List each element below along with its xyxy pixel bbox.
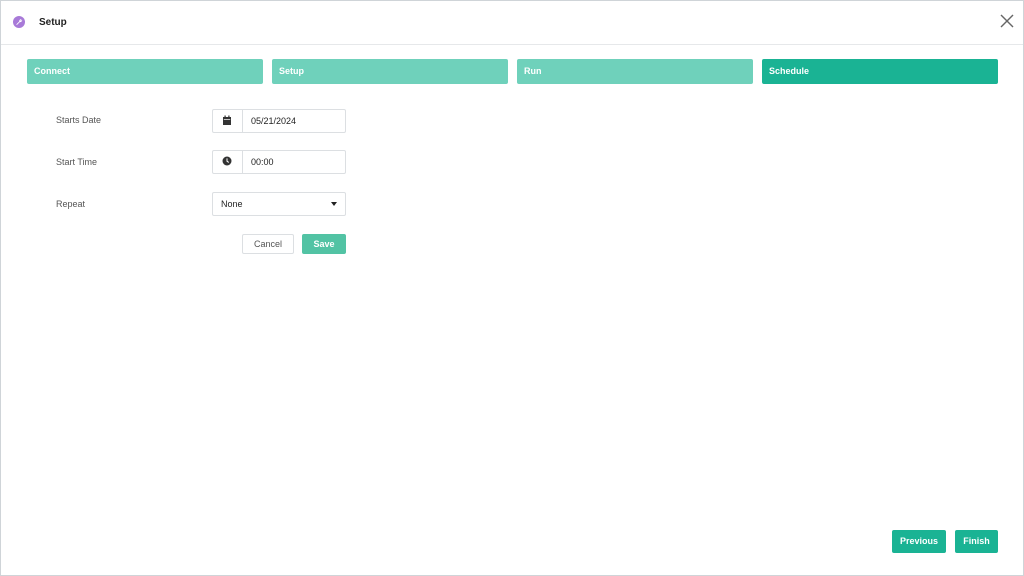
wizard-steps: Connect Setup Run Schedule — [27, 59, 999, 84]
step-connect[interactable]: Connect — [27, 59, 263, 84]
start-time-label: Start Time — [56, 157, 98, 167]
dialog-title: Setup — [39, 17, 67, 28]
calendar-icon[interactable] — [213, 110, 243, 132]
dialog-header: Setup — [1, 1, 1023, 45]
repeat-select[interactable]: None — [212, 192, 346, 216]
start-time-input[interactable]: 00:00 — [251, 157, 274, 167]
close-icon[interactable] — [999, 13, 1015, 29]
chevron-down-icon — [331, 202, 337, 206]
setup-dialog: Setup Connect Setup Run Schedule Starts … — [0, 0, 1024, 576]
step-setup[interactable]: Setup — [272, 59, 508, 84]
repeat-label: Repeat — [56, 199, 86, 209]
previous-button[interactable]: Previous — [892, 530, 946, 553]
cancel-button[interactable]: Cancel — [242, 234, 294, 254]
step-schedule[interactable]: Schedule — [762, 59, 998, 84]
start-time-field[interactable]: 00:00 — [212, 150, 346, 174]
wrench-icon — [13, 16, 25, 28]
repeat-selected-value: None — [221, 199, 243, 209]
step-run[interactable]: Run — [517, 59, 753, 84]
start-date-field[interactable]: 05/21/2024 — [212, 109, 346, 133]
clock-icon[interactable] — [213, 151, 243, 173]
save-button[interactable]: Save — [302, 234, 346, 254]
start-date-input[interactable]: 05/21/2024 — [251, 116, 296, 126]
finish-button[interactable]: Finish — [955, 530, 998, 553]
start-date-label: Starts Date — [56, 115, 102, 125]
